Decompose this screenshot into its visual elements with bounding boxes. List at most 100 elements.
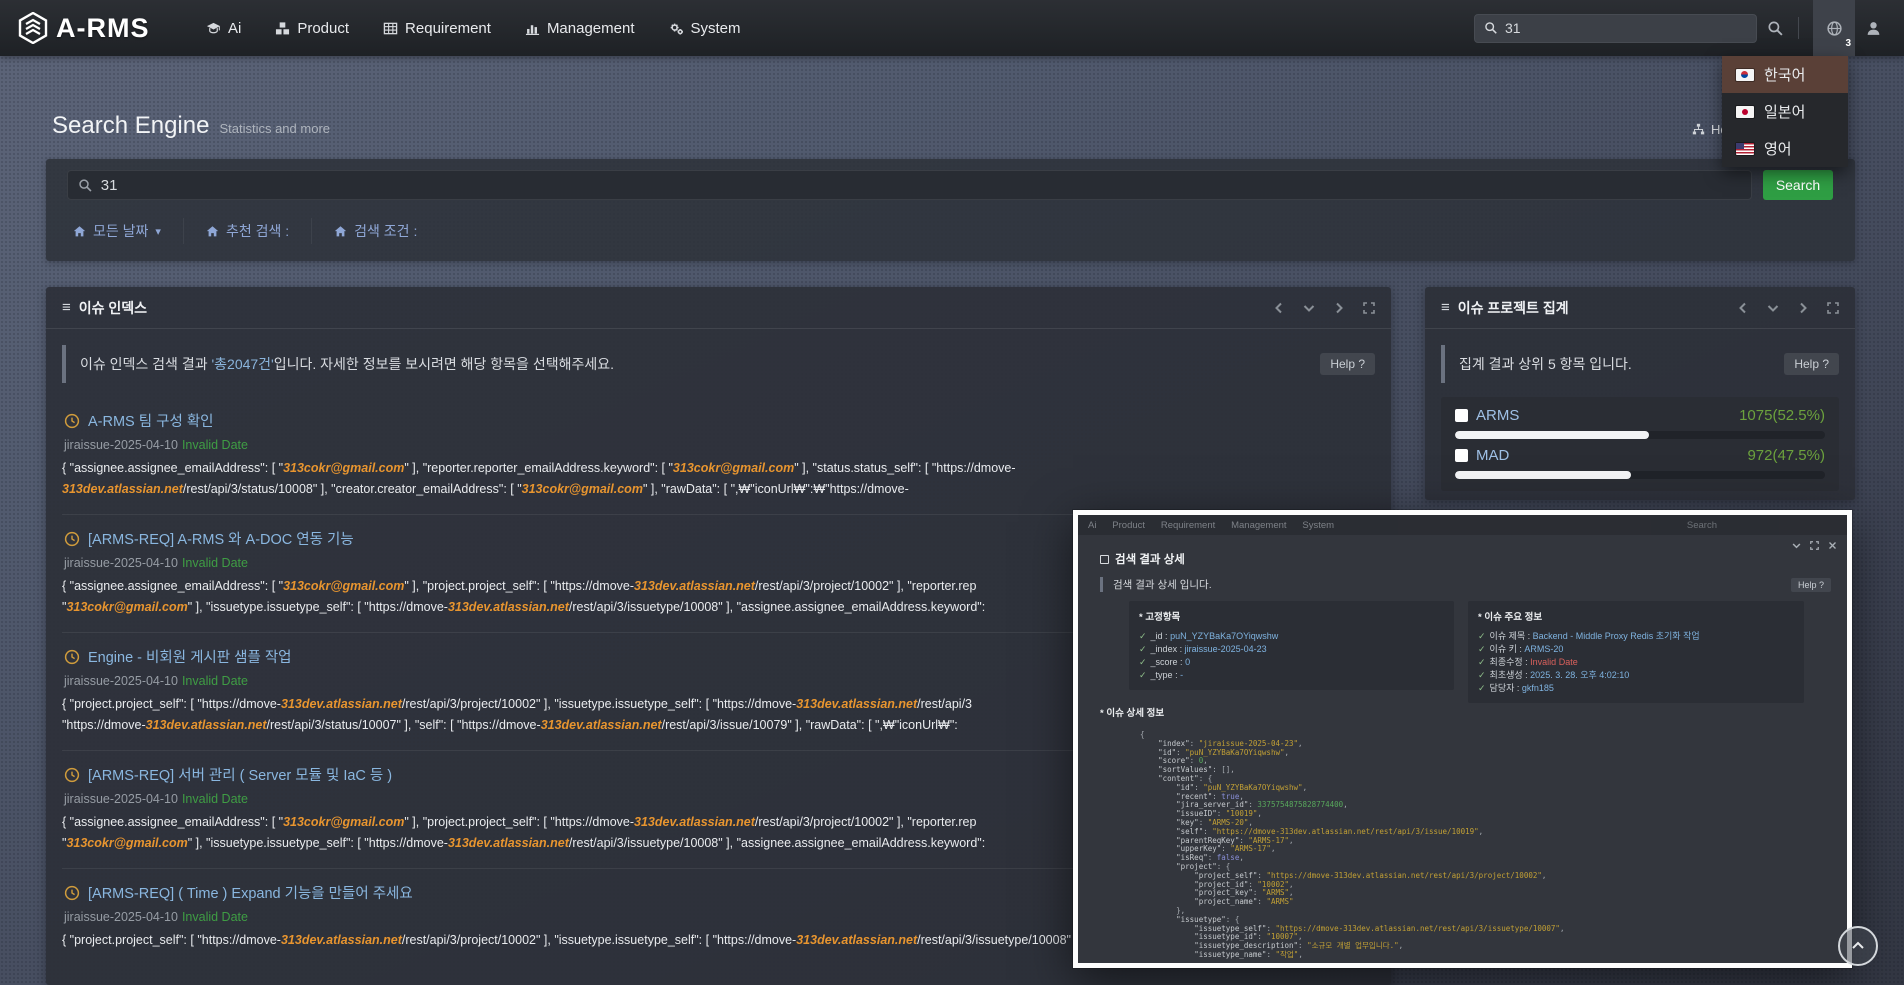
filter-search-condition[interactable]: 검색 조건 :	[312, 221, 439, 241]
issue-date-status: Invalid Date	[182, 910, 248, 924]
issue-detail-title: * 이슈 상세 정보	[1100, 705, 1164, 719]
checkbox-icon[interactable]	[1455, 409, 1468, 422]
progress-fill	[1455, 471, 1631, 479]
chevron-down-icon[interactable]	[1767, 302, 1779, 314]
chevron-down-icon[interactable]	[1792, 541, 1801, 550]
issue-date-status: Invalid Date	[182, 674, 248, 688]
scroll-to-top-button[interactable]	[1838, 926, 1878, 966]
top-navbar: A-RMS Ai Product Requirement Management …	[0, 0, 1904, 56]
language-option-japanese[interactable]: 일본어	[1722, 93, 1848, 130]
issue-title-link[interactable]: [ARMS-REQ] ( Time ) Expand 기능을 만들어 주세요	[88, 882, 413, 903]
navbar-divider	[1798, 17, 1799, 39]
search-button[interactable]: Search	[1763, 170, 1833, 200]
language-button[interactable]: 3	[1813, 0, 1855, 56]
checkbox-icon[interactable]	[1455, 449, 1468, 462]
menu-label: Ai	[228, 20, 241, 37]
issue-raw-json: { "assignee.assignee_emailAddress": [ "3…	[62, 458, 1375, 500]
gears-icon	[669, 21, 684, 36]
main-search-input[interactable]	[101, 177, 1741, 194]
help-badge[interactable]: Help ?	[1320, 353, 1375, 375]
navbar-search-input[interactable]	[1505, 20, 1747, 36]
issue-summary-title: * 이슈 주요 정보	[1478, 609, 1794, 623]
expand-icon[interactable]	[1810, 541, 1819, 550]
filter-all-dates[interactable]: 모든 날짜 ▾	[67, 221, 183, 241]
detail-field-row: ✓_id : puN_YZYBaKa7OYiqwshw	[1139, 630, 1444, 643]
help-badge[interactable]: Help ?	[1784, 353, 1839, 375]
project-name-link[interactable]: ARMS	[1476, 407, 1519, 424]
issue-index-name: jiraissue-2025-04-10	[64, 910, 178, 924]
issue-title-link[interactable]: A-RMS 팀 구성 확인	[88, 410, 214, 431]
help-badge[interactable]: Help ?	[1791, 578, 1831, 592]
cubes-icon	[275, 21, 290, 36]
detail-field-row: ✓_index : jiraissue-2025-04-23	[1139, 643, 1444, 656]
search-icon[interactable]	[1767, 20, 1784, 37]
project-name-link[interactable]: MAD	[1476, 447, 1509, 464]
brand-logo[interactable]: A-RMS	[18, 12, 168, 44]
detail-field-row: ✓이슈 제목 : Backend - Middle Proxy Redis 초기…	[1478, 630, 1794, 643]
chevron-right-icon[interactable]	[1797, 302, 1809, 314]
user-icon[interactable]	[1865, 20, 1882, 37]
project-aggregation-summary: 집계 결과 상위 5 항목 입니다. Help ?	[1441, 345, 1839, 383]
language-option-english[interactable]: 영어	[1722, 130, 1848, 167]
chevron-left-icon[interactable]	[1737, 302, 1749, 314]
json-line: "project_name": "ARMS"	[1140, 898, 1833, 907]
chevron-down-icon[interactable]	[1303, 302, 1315, 314]
issue-index-name: jiraissue-2025-04-10	[64, 556, 178, 570]
filter-label: 모든 날짜	[93, 221, 148, 241]
detail-field-row: ✓이슈 키 : ARMS-20	[1478, 643, 1794, 656]
detail-field-row: ✓최초생성 : 2025. 3. 28. 오후 4:02:10	[1478, 669, 1794, 682]
search-icon	[1484, 21, 1498, 35]
issue-date-status: Invalid Date	[182, 792, 248, 806]
fixed-fields-list: ✓_id : puN_YZYBaKa7OYiqwshw✓_index : jir…	[1139, 630, 1444, 682]
json-line: "sortValues": [],	[1140, 766, 1833, 775]
issue-index-title: 이슈 인덱스	[79, 298, 147, 318]
issue-index-summary: 이슈 인덱스 검색 결과 '총2047건'입니다. 자세한 정보를 보시려면 해…	[62, 345, 1375, 383]
json-line: "isReq": false,	[1140, 854, 1833, 863]
issue-title-link[interactable]: Engine - 비회원 게시판 샘플 작업	[88, 646, 292, 667]
language-option-korean[interactable]: 한국어	[1722, 56, 1848, 93]
menu-item-product[interactable]: Product	[275, 20, 349, 37]
issue-index-name: jiraissue-2025-04-10	[64, 674, 178, 688]
expand-icon[interactable]	[1363, 302, 1375, 314]
menu-item-requirement[interactable]: Requirement	[383, 20, 491, 37]
sitemap-icon	[1692, 123, 1705, 136]
panel-controls	[1273, 302, 1375, 314]
us-flag-icon	[1736, 143, 1754, 155]
json-line: "id": "puN_YZYBaKa7OYiqwshw",	[1140, 749, 1833, 758]
menu-item-management[interactable]: Management	[525, 20, 635, 37]
chevron-down-icon: ▾	[155, 225, 161, 238]
fixed-fields-title: * 고정항목	[1139, 609, 1444, 623]
language-label: 일본어	[1764, 101, 1805, 122]
project-count-value: 972(47.5%)	[1747, 447, 1825, 464]
detail-field-row: ✓최종수정 : Invalid Date	[1478, 656, 1794, 669]
main-search-box[interactable]	[67, 170, 1752, 200]
korea-flag-icon	[1736, 69, 1754, 81]
progress-track	[1455, 471, 1825, 479]
issue-meta: jiraissue-2025-04-10Invalid Date	[64, 438, 1375, 452]
detail-field-row: ✓_score : 0	[1139, 656, 1444, 669]
menu-item-ai[interactable]: Ai	[206, 20, 241, 37]
language-label: 영어	[1764, 138, 1792, 159]
filter-recommended-search[interactable]: 추천 검색 :	[184, 221, 311, 241]
project-aggregation-header: ≡ 이슈 프로젝트 집계	[1425, 287, 1855, 329]
close-icon[interactable]	[1828, 541, 1837, 550]
modal-content: Ai Product Requirement Management System…	[1078, 515, 1847, 963]
menu-label: System	[691, 20, 741, 37]
chevron-left-icon[interactable]	[1273, 302, 1285, 314]
summary-count-link[interactable]: '총2047건'	[211, 356, 273, 372]
issue-index-name: jiraissue-2025-04-10	[64, 438, 178, 452]
issue-title-link[interactable]: [ARMS-REQ] 서버 관리 ( Server 모듈 및 IaC 등 )	[88, 764, 392, 785]
modal-summary-text: 검색 결과 상세 입니다.	[1113, 577, 1212, 592]
list-icon: ≡	[1441, 299, 1450, 316]
menu-item-system[interactable]: System	[669, 20, 741, 37]
menu-label: Product	[297, 20, 349, 37]
navbar-search-box[interactable]	[1474, 14, 1757, 43]
issue-title-link[interactable]: [ARMS-REQ] A-RMS 와 A-DOC 연동 기능	[88, 528, 354, 549]
json-line: "issuetype_name": "작업",	[1140, 951, 1833, 959]
language-label: 한국어	[1764, 64, 1805, 85]
aggregation-row-mad: MAD 972(47.5%)	[1455, 447, 1825, 479]
search-panel: Search 모든 날짜 ▾ 추천 검색 : 검색 조건 :	[46, 159, 1855, 261]
chevron-right-icon[interactable]	[1333, 302, 1345, 314]
expand-icon[interactable]	[1827, 302, 1839, 314]
issue-date-status: Invalid Date	[182, 556, 248, 570]
